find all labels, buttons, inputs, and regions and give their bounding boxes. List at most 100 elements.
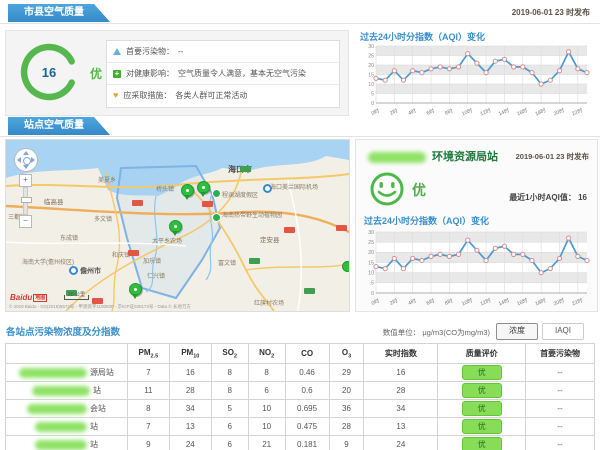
pan-down-icon[interactable] bbox=[23, 165, 29, 169]
quality-badge: 优 bbox=[462, 401, 502, 416]
road-shield-icon bbox=[304, 288, 315, 294]
baidu-map[interactable]: 海口市海口美兰国际机场程澜湖度假区海南热带野生动植物园定安县富文镇临高县美夏乡桥… bbox=[5, 139, 350, 312]
station-marker-pin[interactable] bbox=[197, 181, 210, 194]
station-name: 环境资源局站 bbox=[432, 148, 498, 164]
aqi-line-chart: 0510152025300时2时4时6时8时10时12时14时16时18时20时… bbox=[360, 42, 592, 116]
quality-badge: 优 bbox=[462, 365, 502, 380]
station-marker-pin[interactable] bbox=[169, 220, 182, 233]
tab-station-air-quality: 站点空气质量 bbox=[8, 117, 110, 135]
city-aqi-chart-panel: 过去24小时分指数（AQI）变化 0510152025300时2时4时6时8时1… bbox=[358, 28, 596, 118]
svg-text:2时: 2时 bbox=[388, 296, 398, 306]
value-cell: 13 bbox=[364, 418, 438, 436]
scenic-poi-icon[interactable] bbox=[212, 189, 221, 198]
road-shield-icon bbox=[249, 258, 260, 264]
info-row-health: +对健康影响：空气质量令人满意，基本无空气污染 bbox=[107, 63, 339, 85]
svg-text:15: 15 bbox=[368, 72, 374, 78]
value-cell: 11 bbox=[127, 382, 169, 400]
smiley-face-icon bbox=[368, 170, 406, 213]
blurred-station-prefix bbox=[368, 152, 426, 163]
map-place-label: 富文镇 bbox=[218, 258, 236, 267]
svg-text:15: 15 bbox=[368, 260, 374, 266]
svg-text:10: 10 bbox=[368, 82, 374, 88]
value-cell: 8 bbox=[127, 400, 169, 418]
quality-badge: 优 bbox=[462, 437, 502, 450]
pan-right-icon[interactable] bbox=[31, 157, 35, 163]
station-name-suffix: 站 bbox=[93, 385, 101, 396]
primary-pollutant-cell: -- bbox=[526, 400, 595, 418]
zoom-out-button[interactable]: − bbox=[19, 215, 32, 228]
station-level-label: 优 bbox=[412, 180, 426, 200]
value-cell: 0.695 bbox=[285, 400, 329, 418]
value-cell: 6 bbox=[211, 436, 248, 450]
svg-text:0: 0 bbox=[371, 101, 374, 107]
svg-text:22时: 22时 bbox=[570, 106, 583, 116]
aqi-24h-chart-station: 0510152025300时2时4时6时8时10时12时14时16时18时20时… bbox=[360, 228, 592, 311]
concentration-toggle-button[interactable]: 浓度 bbox=[496, 323, 538, 340]
health-icon: + bbox=[113, 70, 121, 78]
blurred-station-name bbox=[27, 404, 87, 414]
aqi-line-chart: 0510152025300时2时4时6时8时10时12时14时16时18时20时… bbox=[360, 228, 592, 306]
svg-text:12时: 12时 bbox=[479, 296, 492, 306]
baidu-logo: Baidu地图 bbox=[10, 293, 47, 302]
road-shield-icon bbox=[284, 227, 295, 233]
zoom-handle[interactable] bbox=[21, 197, 32, 203]
svg-text:0时: 0时 bbox=[370, 296, 380, 306]
poi-icon[interactable] bbox=[263, 184, 272, 193]
rating-cell: 优 bbox=[438, 436, 526, 450]
table-row: 站9246210.181924优-- bbox=[6, 436, 595, 450]
map-place-label: 仁兴镇 bbox=[147, 271, 165, 280]
map-place-label: 桥头镇 bbox=[156, 184, 174, 193]
poi-icon[interactable] bbox=[69, 266, 78, 275]
value-cell: 9 bbox=[329, 436, 364, 450]
station-name-suffix: 站 bbox=[90, 439, 98, 450]
value-cell: 0.46 bbox=[285, 364, 329, 382]
value-cell: 21 bbox=[248, 436, 285, 450]
rating-cell: 优 bbox=[438, 400, 526, 418]
svg-text:22时: 22时 bbox=[570, 296, 583, 306]
pan-up-icon[interactable] bbox=[23, 151, 29, 155]
svg-text:0时: 0时 bbox=[370, 106, 380, 116]
station-name-cell: 站 bbox=[6, 436, 128, 450]
column-header: PM10 bbox=[169, 344, 211, 364]
zoom-in-button[interactable]: + bbox=[19, 174, 32, 187]
recent-aqi: 最近1小时AQI值： 16 bbox=[509, 192, 587, 203]
pan-left-icon[interactable] bbox=[17, 157, 21, 163]
svg-text:10: 10 bbox=[368, 270, 374, 276]
iaqi-toggle-button[interactable]: IAQI bbox=[542, 323, 584, 340]
value-cell: 28 bbox=[169, 382, 211, 400]
svg-text:18时: 18时 bbox=[534, 106, 547, 116]
map-place-label: 临高县 bbox=[44, 196, 64, 206]
station-marker-dot[interactable] bbox=[342, 261, 350, 272]
svg-text:16时: 16时 bbox=[515, 106, 528, 116]
station-marker-pin[interactable] bbox=[129, 283, 142, 296]
svg-text:25: 25 bbox=[368, 240, 374, 246]
rating-cell: 优 bbox=[438, 364, 526, 382]
value-cell: 16 bbox=[169, 364, 211, 382]
value-cell: 28 bbox=[364, 382, 438, 400]
column-header: 质量评价 bbox=[438, 344, 526, 364]
map-place-label: 加乐镇 bbox=[143, 256, 161, 265]
value-cell: 10 bbox=[248, 418, 285, 436]
value-cell: 8 bbox=[211, 382, 248, 400]
value-cell: 0.6 bbox=[285, 382, 329, 400]
column-header: SO2 bbox=[211, 344, 248, 364]
aqi-level-label: 优 bbox=[90, 65, 102, 82]
svg-text:20时: 20时 bbox=[552, 296, 565, 306]
quality-badge: 优 bbox=[462, 419, 502, 434]
svg-text:10时: 10时 bbox=[460, 106, 473, 116]
map-place-label: 红旗村农场 bbox=[254, 298, 284, 307]
value-cell: 0.475 bbox=[285, 418, 329, 436]
svg-text:0: 0 bbox=[371, 291, 374, 297]
svg-text:4时: 4时 bbox=[407, 106, 417, 116]
air-quality-dashboard: 市县空气质量 2019-06-01 23 时发布 16 优 首要污染物：-- +… bbox=[0, 0, 600, 450]
zoom-track[interactable] bbox=[23, 187, 28, 215]
publish-date-top: 2019-06-01 23 时发布 bbox=[512, 7, 590, 18]
info-value: 空气质量令人满意，基本无空气污染 bbox=[178, 69, 306, 78]
table-row: 站1128860.62028优-- bbox=[6, 382, 595, 400]
value-cell: 20 bbox=[329, 382, 364, 400]
scenic-poi-icon[interactable] bbox=[212, 213, 221, 222]
station-marker-pin[interactable] bbox=[181, 184, 194, 197]
svg-text:30: 30 bbox=[368, 230, 374, 236]
map-pan-control[interactable] bbox=[14, 148, 38, 172]
map-zoom-control: + − bbox=[19, 174, 31, 228]
